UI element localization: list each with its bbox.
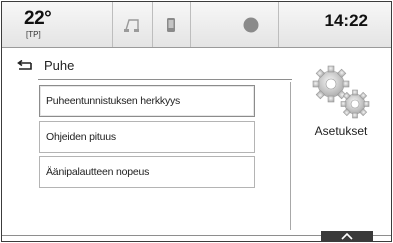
menu-item-prompt-length[interactable]: Ohjeiden pituus — [39, 121, 255, 153]
page-title: Puhe — [44, 58, 75, 73]
clock: 14:22 — [324, 11, 368, 30]
back-arrow-icon — [17, 60, 32, 70]
gears-icon[interactable] — [309, 62, 375, 122]
scroll-up-button[interactable] — [321, 231, 373, 241]
menu-item-voice-feedback-speed[interactable]: Äänipalautteen nopeus — [39, 156, 255, 188]
panel-divider — [290, 82, 291, 230]
back-button[interactable] — [10, 57, 38, 75]
settings-label[interactable]: Asetukset — [298, 124, 384, 138]
status-divider — [278, 2, 279, 47]
status-divider — [112, 2, 113, 47]
traffic-program-indicator: [TP] — [26, 30, 41, 39]
status-divider — [190, 2, 191, 47]
temperature-readout: 22° — [24, 8, 52, 29]
menu-item-speech-recognition-sensitivity[interactable]: Puheentunnistuksen herkkyys — [39, 85, 255, 117]
chevron-up-icon — [341, 233, 353, 240]
status-divider — [152, 2, 153, 47]
circle-icon[interactable] — [236, 12, 266, 38]
status-bar: 22° [TP] 14:22 — [2, 2, 391, 48]
music-note-icon[interactable] — [117, 12, 147, 38]
title-divider — [38, 79, 292, 80]
screen: 22° [TP] 14:22 Puhe Puheentunnistuksen h… — [1, 1, 392, 242]
phone-icon[interactable] — [156, 12, 186, 38]
